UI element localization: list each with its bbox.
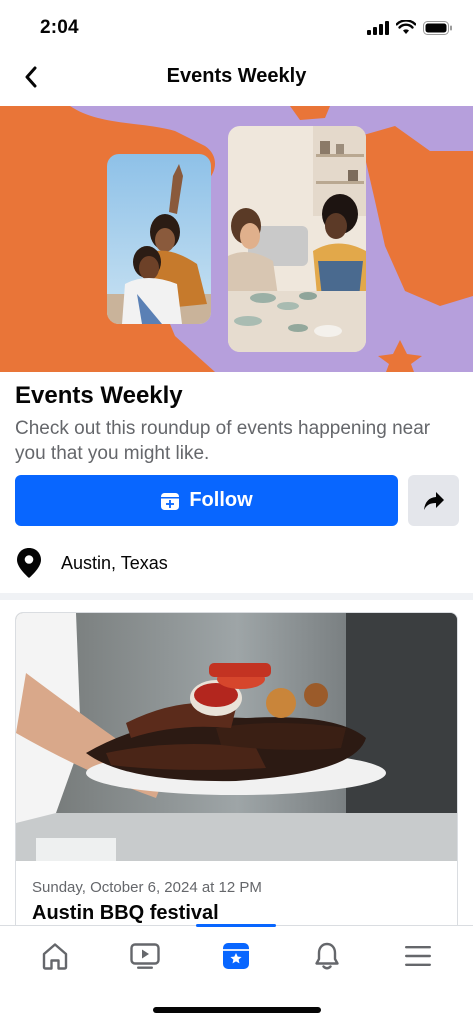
share-arrow-icon bbox=[423, 491, 444, 510]
follow-button-label: Follow bbox=[189, 489, 253, 511]
follow-button[interactable]: Follow bbox=[15, 475, 398, 526]
page-title: Events Weekly bbox=[166, 65, 307, 87]
event-date: Sunday, October 6, 2024 at 12 PM bbox=[32, 879, 262, 896]
menu-icon bbox=[405, 946, 431, 966]
tab-menu[interactable] bbox=[388, 934, 448, 978]
calendar-add-icon bbox=[161, 492, 180, 510]
tab-notifications[interactable] bbox=[297, 934, 357, 978]
group-title: Events Weekly bbox=[15, 382, 183, 409]
battery-icon bbox=[423, 20, 452, 35]
status-bar: 2:04 bbox=[0, 0, 473, 52]
section-divider bbox=[0, 593, 473, 600]
group-description: Check out this roundup of events happeni… bbox=[15, 418, 431, 464]
bbq-platter-photo bbox=[16, 613, 457, 861]
friends-photo bbox=[107, 154, 211, 324]
bell-icon bbox=[315, 942, 339, 970]
tab-home[interactable] bbox=[25, 934, 85, 978]
event-card[interactable]: Sunday, October 6, 2024 at 12 PM Austin … bbox=[15, 612, 458, 942]
status-icons bbox=[367, 20, 453, 35]
pottery-class-photo bbox=[228, 126, 366, 352]
tab-bar bbox=[0, 924, 473, 1024]
tab-events[interactable] bbox=[206, 934, 266, 978]
video-icon bbox=[130, 943, 160, 969]
location-text: Austin, Texas bbox=[61, 552, 168, 573]
nav-header: Events Weekly bbox=[0, 52, 473, 106]
location-pin-icon bbox=[17, 548, 41, 578]
active-tab-indicator bbox=[196, 924, 276, 927]
events-icon bbox=[223, 943, 249, 969]
home-indicator bbox=[153, 1007, 321, 1013]
status-time: 2:04 bbox=[40, 17, 79, 38]
hero-banner bbox=[0, 106, 473, 372]
tab-video[interactable] bbox=[115, 934, 175, 978]
home-icon bbox=[42, 943, 68, 970]
event-name: Austin BBQ festival bbox=[32, 902, 219, 924]
share-button[interactable] bbox=[408, 475, 459, 526]
cellular-signal-icon bbox=[367, 20, 389, 35]
wifi-icon bbox=[396, 20, 416, 34]
location-row: Austin, Texas bbox=[15, 545, 168, 581]
